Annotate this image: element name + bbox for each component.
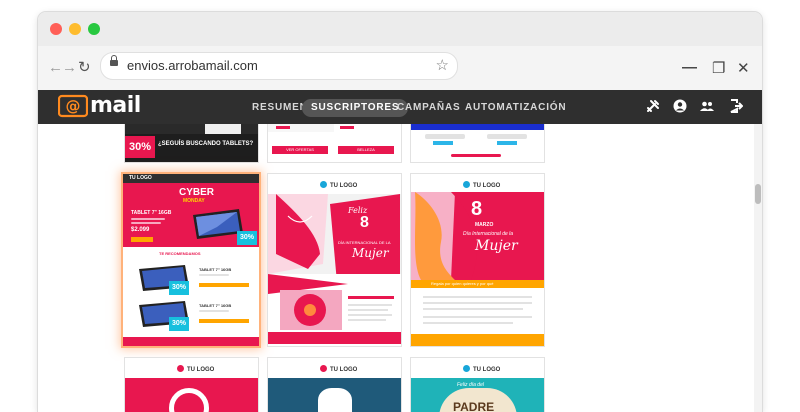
- template-offers-top[interactable]: VER OFERTAS BELLEZA: [268, 124, 401, 162]
- minimize-icon[interactable]: —: [682, 59, 697, 76]
- template-tablets-top[interactable]: 30% ¿SEGUÍS BUSCANDO TABLETS?: [125, 124, 258, 162]
- template-bottom-2[interactable]: TU LOGO: [268, 358, 401, 412]
- bookmark-star-icon[interactable]: ☆: [436, 56, 449, 74]
- svg-text:@: @: [66, 97, 81, 115]
- tools-icon[interactable]: [645, 99, 661, 115]
- beauty-button: BELLEZA: [338, 146, 394, 154]
- mujer1-logo: TU LOGO: [320, 181, 357, 189]
- at-logo-icon: @: [57, 94, 89, 118]
- close-window-button[interactable]: [50, 23, 62, 35]
- app-navbar: @ mail RESUMEN SUSCRIPTORES CAMPAÑAS AUT…: [38, 90, 762, 124]
- browser-window: ← → ↻ envios.arrobamail.com ☆ — ❐ ✕ @ ma…: [38, 12, 762, 412]
- logo-wordmark: mail: [90, 93, 141, 118]
- title-bar: [38, 12, 762, 46]
- template-dia-mujer-1[interactable]: TU LOGO Feliz 8 DÍA INTERNACIONAL DE LA …: [268, 174, 401, 346]
- vertical-scrollbar[interactable]: [754, 124, 762, 412]
- url-text: envios.arrobamail.com: [127, 58, 258, 73]
- minimize-window-button[interactable]: [69, 23, 81, 35]
- cyber-section-title: TE RECOMENDAMOS: [159, 251, 201, 256]
- users-icon[interactable]: [699, 99, 715, 115]
- item-title-2: TABLET 7" 16GB: [199, 303, 232, 308]
- arrobamail-logo[interactable]: @ mail: [57, 93, 141, 120]
- cyber-title: CYBER: [179, 187, 215, 198]
- address-bar[interactable]: envios.arrobamail.com ☆: [100, 52, 458, 80]
- template-products-top[interactable]: [411, 124, 544, 162]
- mujer2-day: 8: [471, 198, 483, 220]
- menu-suscriptores[interactable]: SUSCRIPTORES: [302, 99, 409, 117]
- cyber-header-logo: TU LOGO: [129, 175, 152, 181]
- mujer1-caption: DÍA INTERNACIONAL DE LA: [338, 240, 391, 245]
- mujer2-logo: TU LOGO: [463, 181, 500, 189]
- offers-button: VER OFERTAS: [272, 146, 328, 154]
- template-cyber-monday[interactable]: TU LOGO CYBER MONDAY TABLET 7" 16GB $2.0…: [123, 174, 259, 346]
- item-title-1: TABLET 7" 16GB: [199, 267, 232, 272]
- restore-icon[interactable]: ❐: [712, 59, 725, 77]
- close-icon[interactable]: ✕: [737, 59, 750, 77]
- mujer2-month: MARZO: [475, 222, 494, 228]
- logout-icon[interactable]: [728, 99, 744, 115]
- menu-resumen[interactable]: RESUMEN: [252, 99, 308, 117]
- menu-automatizacion[interactable]: AUTOMATIZACIÓN: [465, 99, 566, 117]
- account-icon[interactable]: [672, 99, 688, 115]
- scrollbar-thumb[interactable]: [755, 184, 761, 204]
- mujer1-day: 8: [360, 214, 369, 231]
- item-badge-2: 30%: [169, 317, 189, 331]
- mujer1-mujer: Mujer: [352, 246, 389, 260]
- mujer2-banner: Regala por quien quieres y por qué: [431, 281, 494, 286]
- cyber-badge: 30%: [237, 231, 257, 245]
- zoom-window-button[interactable]: [88, 23, 100, 35]
- mujer2-caption: Día Internacional de la: [463, 231, 514, 237]
- cyber-product: TABLET 7" 16GB: [131, 210, 172, 216]
- mujer1-artwork: [268, 194, 401, 344]
- mujer2-mujer: Mujer: [475, 238, 518, 254]
- banner-text: ¿SEGUÍS BUSCANDO TABLETS?: [158, 141, 254, 147]
- reload-icon[interactable]: ↻: [78, 59, 91, 77]
- forward-arrow-icon[interactable]: →: [62, 59, 77, 77]
- bottom2-logo: TU LOGO: [320, 365, 357, 373]
- browser-toolbar: ← → ↻ envios.arrobamail.com ☆ — ❐ ✕: [38, 46, 762, 91]
- padre-title: PADRE: [453, 400, 495, 412]
- menu-campanas[interactable]: CAMPAÑAS: [397, 99, 460, 117]
- cyber-price: $2.099: [131, 227, 150, 233]
- bottom3-logo: TU LOGO: [463, 365, 500, 373]
- cyber-subtitle: MONDAY: [183, 198, 205, 204]
- item-badge-1: 30%: [169, 281, 189, 295]
- lock-icon: [110, 55, 118, 66]
- template-dia-padre[interactable]: TU LOGO Feliz día del PADRE: [411, 358, 544, 412]
- template-bottom-1[interactable]: TU LOGO: [125, 358, 258, 412]
- back-arrow-icon[interactable]: ←: [48, 59, 63, 77]
- templates-gallery: 30% ¿SEGUÍS BUSCANDO TABLETS? VER OFERTA…: [38, 124, 754, 412]
- bottom1-logo: TU LOGO: [177, 365, 214, 373]
- discount-badge: 30%: [125, 136, 155, 158]
- template-dia-mujer-2[interactable]: TU LOGO 8 MARZO Día Internacional de la …: [411, 174, 544, 346]
